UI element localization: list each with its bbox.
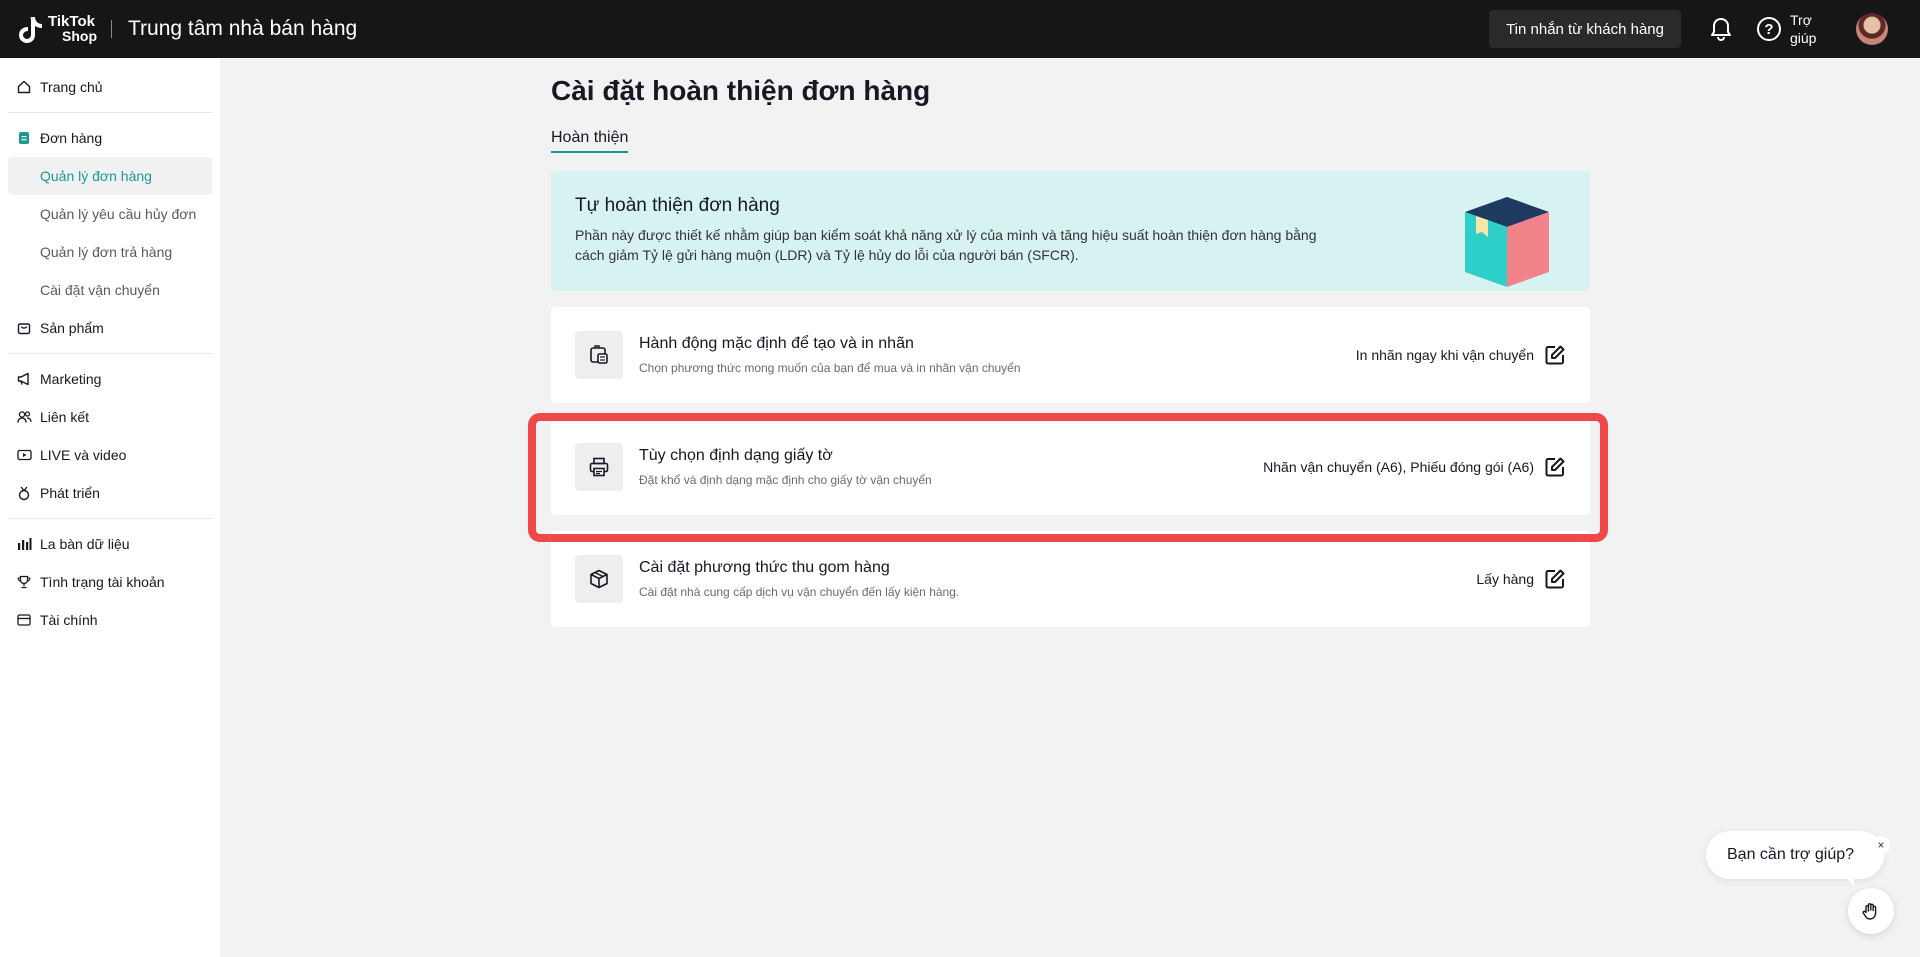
sidebar-item-label: Tình trạng tài khoản	[40, 574, 165, 590]
help-label: Trợ giúp	[1790, 12, 1817, 46]
sidebar-divider	[8, 353, 212, 354]
help-bubble[interactable]: Bạn cần trợ giúp?	[1706, 831, 1884, 879]
sidebar-divider	[8, 518, 212, 519]
label-print-icon	[575, 331, 623, 379]
sidebar-subitem-order-management[interactable]: Quản lý đơn hàng	[8, 157, 212, 195]
help-bubble-tail	[1840, 872, 1854, 886]
customer-messages-button[interactable]: Tin nhắn từ khách hàng	[1489, 10, 1681, 48]
edit-icon[interactable]	[1544, 568, 1566, 590]
card-subtitle: Chọn phương thức mong muốn của bạn để mu…	[639, 361, 1021, 375]
sidebar-item-label: Phát triển	[40, 485, 100, 501]
card-value: Lấy hàng	[1476, 571, 1534, 587]
edit-icon[interactable]	[1544, 456, 1566, 478]
medal-icon	[16, 485, 32, 501]
sidebar-item-marketing[interactable]: Marketing	[0, 360, 220, 398]
card-value: In nhãn ngay khi vận chuyển	[1355, 347, 1534, 363]
user-avatar[interactable]	[1856, 13, 1888, 45]
sidebar-item-products[interactable]: Sản phẩm	[0, 309, 220, 347]
banner-description: Phần này được thiết kế nhằm giúp bạn kiể…	[575, 227, 1317, 263]
bar-chart-icon	[16, 536, 32, 552]
help-bubble-text: Bạn cần trợ giúp?	[1727, 846, 1855, 863]
page-title: Cài đặt hoàn thiện đơn hàng	[551, 75, 931, 106]
megaphone-icon	[16, 371, 32, 387]
sidebar-item-label: Đơn hàng	[40, 130, 103, 146]
sidebar-item-label: Sản phẩm	[40, 320, 104, 336]
bell-icon[interactable]	[1707, 15, 1735, 43]
top-bar: TikTok Shop Trung tâm nhà bán hàng Tin n…	[0, 0, 1920, 58]
sidebar-item-finance[interactable]: Tài chính	[0, 601, 220, 639]
video-icon	[16, 447, 32, 463]
sidebar-item-label: La bàn dữ liệu	[40, 536, 130, 552]
package-box-illustration	[1465, 197, 1549, 287]
sidebar-item-label: Trang chủ	[40, 79, 103, 95]
sidebar-divider	[8, 112, 212, 113]
logo-text-tiktok: TikTok	[48, 13, 95, 30]
self-fulfillment-banner: Tự hoàn thiện đơn hàng Phần này được thi…	[551, 171, 1590, 291]
printer-icon	[575, 443, 623, 491]
edit-icon[interactable]	[1544, 344, 1566, 366]
app-title: Trung tâm nhà bán hàng	[128, 17, 358, 40]
tab-fulfillment[interactable]: Hoàn thiện	[551, 129, 629, 153]
card-subtitle: Cài đặt nhà cung cấp dịch vụ vận chuyển …	[639, 585, 960, 599]
sidebar-item-orders[interactable]: Đơn hàng	[0, 119, 220, 157]
tiktok-logo-icon	[19, 17, 42, 43]
sidebar-item-home[interactable]: Trang chủ	[0, 68, 220, 106]
sidebar: Trang chủ Đơn hàng Quản lý đơn hàng Quản…	[0, 58, 220, 957]
trophy-icon	[16, 574, 32, 590]
card-subtitle: Đặt khổ và định dạng mặc định cho giấy t…	[639, 473, 932, 487]
main-content: Cài đặt hoàn thiện đơn hàng Hoàn thiện T…	[551, 58, 1590, 627]
wallet-icon	[16, 612, 32, 628]
sidebar-item-data-compass[interactable]: La bàn dữ liệu	[0, 525, 220, 563]
question-circle-icon: ?	[1757, 17, 1781, 41]
sidebar-item-growth[interactable]: Phát triển	[0, 474, 220, 512]
header-divider	[111, 20, 112, 38]
home-icon	[16, 79, 32, 95]
card-document-format: Tùy chọn định dạng giấy tờ Đặt khổ và đị…	[551, 419, 1590, 515]
sidebar-subitem-shipping-settings[interactable]: Cài đặt vận chuyển	[0, 271, 220, 309]
sidebar-item-label: Tài chính	[40, 612, 98, 628]
close-icon[interactable]: ×	[1872, 836, 1890, 854]
hand-wave-icon[interactable]	[1848, 888, 1894, 934]
sidebar-item-affiliate[interactable]: Liên kết	[0, 398, 220, 436]
shopping-bag-icon	[16, 320, 32, 336]
card-title: Tùy chọn định dạng giấy tờ	[639, 447, 833, 464]
sidebar-item-live-video[interactable]: LIVE và video	[0, 436, 220, 474]
sidebar-item-label: LIVE và video	[40, 447, 127, 463]
sidebar-item-account-health[interactable]: Tình trạng tài khoản	[0, 563, 220, 601]
card-value: Nhãn vận chuyển (A6), Phiếu đóng gói (A6…	[1263, 459, 1534, 475]
banner-title: Tự hoàn thiện đơn hàng	[575, 195, 780, 216]
orders-icon	[16, 130, 32, 146]
card-pickup-method: Cài đặt phương thức thu gom hàng Cài đặt…	[551, 531, 1590, 627]
card-label-default-action: Hành động mặc định để tạo và in nhãn Chọ…	[551, 307, 1590, 403]
help-menu[interactable]: ? Trợ giúp	[1757, 11, 1824, 47]
sidebar-item-label: Marketing	[40, 371, 102, 387]
tiktok-shop-logo[interactable]: TikTok Shop	[16, 14, 97, 44]
sidebar-subitem-returns[interactable]: Quản lý đơn trả hàng	[0, 233, 220, 271]
logo-text-shop: Shop	[62, 28, 97, 44]
sidebar-item-label: Liên kết	[40, 409, 90, 425]
card-title: Hành động mặc định để tạo và in nhãn	[639, 335, 914, 352]
card-title: Cài đặt phương thức thu gom hàng	[639, 559, 890, 576]
sidebar-subitem-cancellation-requests[interactable]: Quản lý yêu cầu hủy đơn	[0, 195, 220, 233]
users-icon	[16, 409, 32, 425]
package-icon	[575, 555, 623, 603]
